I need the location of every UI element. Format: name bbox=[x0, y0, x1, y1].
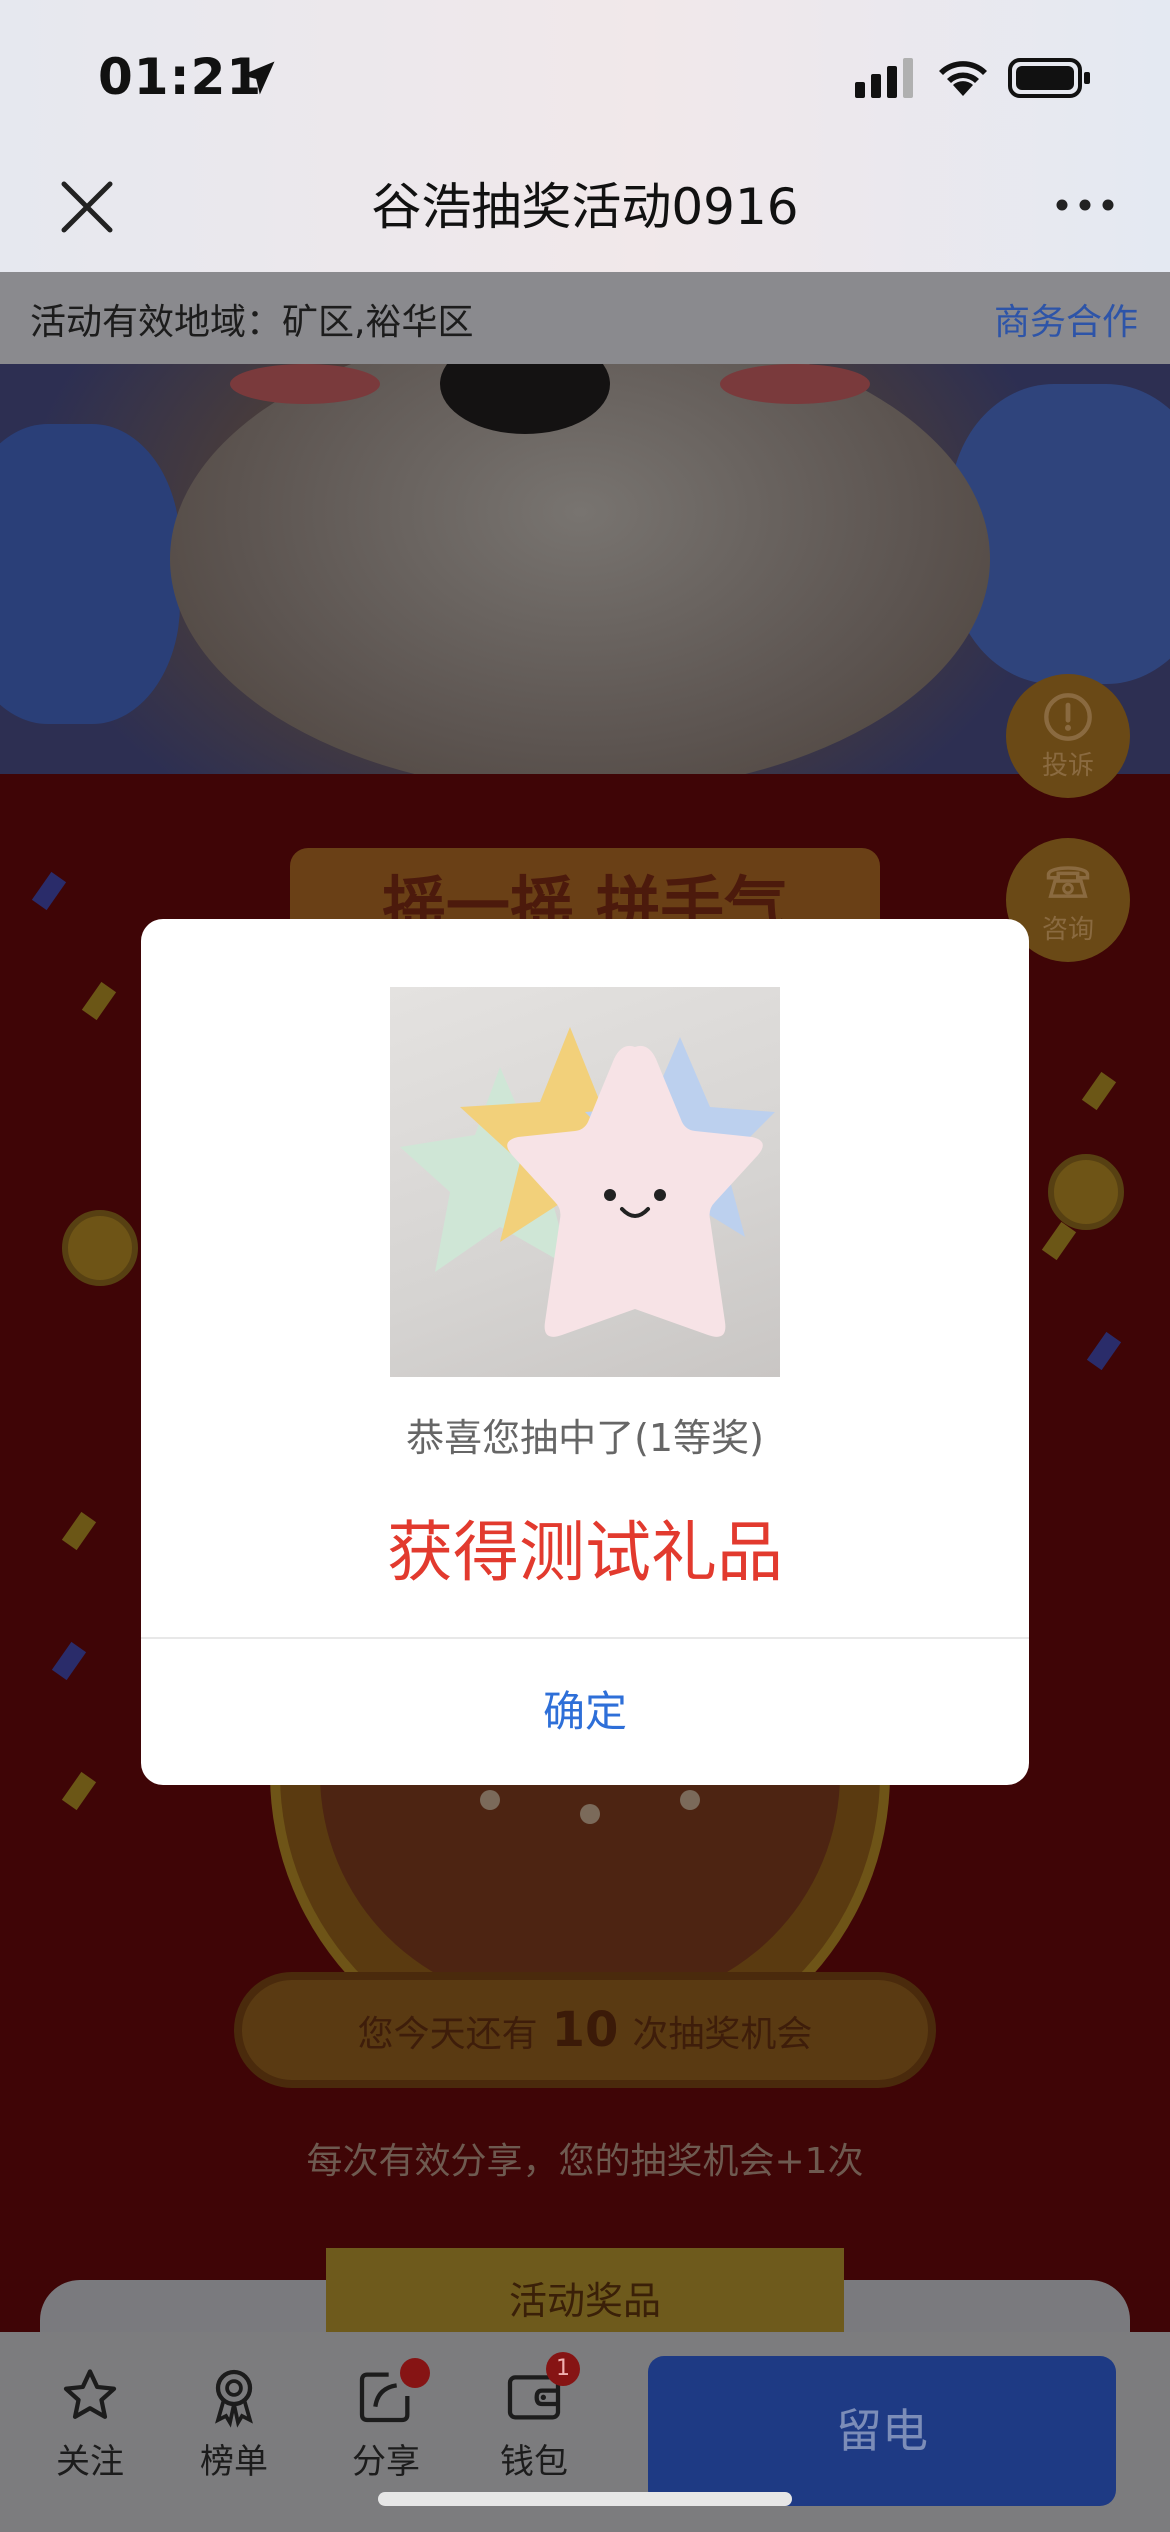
confirm-button[interactable]: 确定 bbox=[141, 1639, 1029, 1785]
chance-suffix: 次抽奖机会 bbox=[632, 2014, 813, 2055]
draw-chances-pill: 您今天还有 10 次抽奖机会 bbox=[234, 1972, 936, 2088]
tab-follow[interactable]: 关注 bbox=[30, 2364, 150, 2494]
business-cooperation-link[interactable]: 商务合作 bbox=[994, 293, 1138, 345]
coin-decoration bbox=[1048, 1154, 1124, 1230]
alert-circle-icon bbox=[1044, 692, 1092, 741]
confetti-decoration bbox=[61, 1771, 97, 1811]
confetti-decoration bbox=[31, 871, 67, 911]
wifi-icon bbox=[939, 61, 987, 96]
share-notification-dot bbox=[400, 2358, 430, 2388]
tab-wallet[interactable]: 钱包 bbox=[474, 2364, 594, 2494]
chance-count: 10 bbox=[551, 2002, 619, 2058]
tab-share[interactable]: 分享 bbox=[326, 2364, 446, 2494]
ribbon-icon bbox=[215, 2369, 253, 2428]
prize-image bbox=[390, 987, 780, 1377]
share-tip: 每次有效分享，您的抽奖机会+1次 bbox=[306, 2141, 864, 2182]
tab-label: 钱包 bbox=[500, 2442, 568, 2482]
prize-dialog: 恭喜您抽中了(1等奖) 获得测试礼品 确定 bbox=[141, 919, 1029, 1785]
hero-image bbox=[0, 364, 1170, 774]
confetti-decoration bbox=[51, 1641, 87, 1681]
location-arrow-icon bbox=[241, 61, 275, 95]
confetti-decoration bbox=[1041, 1221, 1077, 1261]
draw-chances-text: 您今天还有 10 次抽奖机会 bbox=[242, 2002, 928, 2058]
tab-ranking[interactable]: 榜单 bbox=[174, 2364, 294, 2494]
prize-section-title: 活动奖品 bbox=[508, 2279, 661, 2323]
prize-subtitle: 恭喜您抽中了(1等奖) bbox=[406, 1416, 764, 1460]
complain-button[interactable]: 投诉 bbox=[1006, 674, 1130, 798]
battery-icon bbox=[1008, 58, 1090, 98]
confetti-decoration bbox=[1081, 1071, 1117, 1111]
page-title: 谷浩抽奖活动0916 bbox=[371, 178, 799, 236]
home-indicator bbox=[378, 2492, 792, 2506]
cellular-signal-icon bbox=[855, 58, 913, 98]
confetti-decoration bbox=[81, 981, 117, 1021]
prize-section-tab: 活动奖品 bbox=[326, 2248, 844, 2332]
confetti-decoration bbox=[61, 1511, 97, 1551]
chance-prefix: 您今天还有 bbox=[357, 2014, 538, 2055]
star-pillow-illustration bbox=[400, 1027, 775, 1337]
complain-label: 投诉 bbox=[1041, 750, 1094, 781]
prize-name: 获得测试礼品 bbox=[387, 1514, 783, 1591]
star-icon bbox=[63, 2369, 117, 2419]
coin-decoration bbox=[62, 1210, 138, 1286]
telephone-icon bbox=[1046, 865, 1090, 898]
wallet-badge: 1 bbox=[546, 2352, 580, 2386]
status-bar: 01:21 bbox=[0, 0, 1170, 150]
region-text: 活动有效地域：矿区,裕华区 bbox=[30, 302, 474, 343]
tab-label: 分享 bbox=[352, 2442, 420, 2482]
confetti-decoration bbox=[1086, 1331, 1122, 1371]
leave-phone-button[interactable]: 留电 bbox=[648, 2356, 1116, 2506]
more-horizontal-icon[interactable] bbox=[1050, 180, 1120, 230]
tab-label: 关注 bbox=[56, 2442, 124, 2482]
tab-label: 榜单 bbox=[200, 2442, 268, 2482]
consult-label: 咨询 bbox=[1041, 914, 1094, 945]
